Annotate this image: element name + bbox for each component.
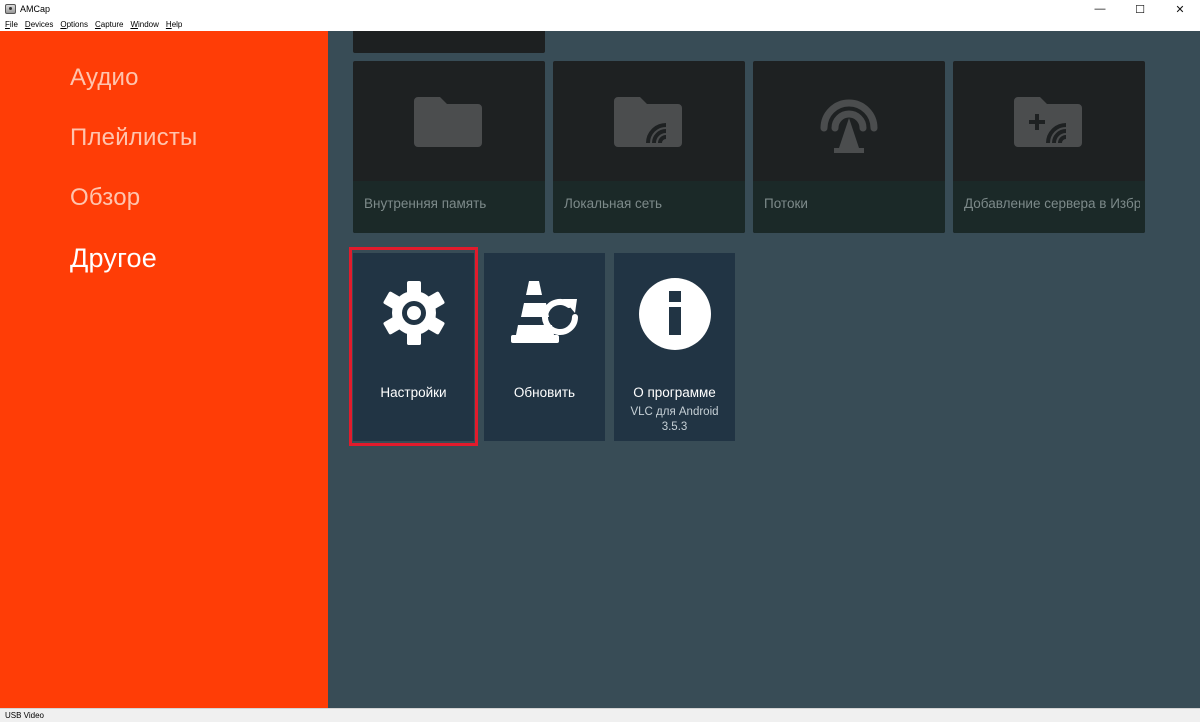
menu-help[interactable]: Help — [166, 20, 182, 29]
close-button[interactable]: ✕ — [1160, 0, 1200, 18]
sidebar-item-audio[interactable]: Аудио — [70, 62, 139, 94]
vlc-refresh-icon — [510, 281, 578, 343]
settings-label: Настройки — [380, 385, 447, 400]
menu-devices[interactable]: Devices — [25, 20, 53, 29]
status-bar: USB Video — [0, 708, 1200, 722]
sidebar-item-other[interactable]: Другое — [70, 242, 157, 274]
refresh-card[interactable]: Обновить — [484, 253, 605, 441]
menu-bar: File Devices Options Capture Window Help — [0, 18, 1200, 31]
about-label: О программе — [633, 385, 716, 400]
menu-options[interactable]: Options — [60, 20, 88, 29]
menu-window[interactable]: Window — [130, 20, 158, 29]
about-version: 3.5.3 — [661, 421, 688, 433]
card-local-network[interactable]: Локальная сеть — [553, 61, 745, 233]
settings-card[interactable]: Настройки — [353, 253, 474, 441]
about-card[interactable]: О программе VLC для Android 3.5.3 — [614, 253, 735, 441]
status-text: USB Video — [5, 711, 44, 720]
minimize-button[interactable]: — — [1080, 0, 1120, 18]
card-internal-storage[interactable]: Внутренняя память — [353, 61, 545, 233]
card-label: Локальная сеть — [564, 196, 663, 211]
card-label: Потоки — [764, 196, 808, 211]
card-label: Внутренняя память — [364, 196, 487, 211]
menu-file[interactable]: File — [5, 20, 18, 29]
add-server-icon — [1014, 97, 1082, 147]
menu-capture[interactable]: Capture — [95, 20, 123, 29]
window-controls: — ☐ ✕ — [1080, 0, 1200, 18]
amcap-app-icon — [5, 4, 16, 14]
gear-icon — [383, 281, 444, 345]
network-folder-icon — [614, 97, 682, 147]
card-label: Добавление сервера в Избр.. — [964, 196, 1140, 211]
card-streams[interactable]: Потоки — [753, 61, 945, 233]
maximize-button[interactable]: ☐ — [1120, 0, 1160, 18]
sidebar-nav: Аудио Плейлисты Обзор Другое — [0, 31, 328, 708]
stream-antenna-icon — [820, 99, 878, 153]
partial-card[interactable] — [353, 31, 545, 53]
refresh-label: Обновить — [513, 385, 576, 400]
sidebar-item-playlists[interactable]: Плейлисты — [70, 122, 197, 154]
about-app-name: VLC для Android — [630, 406, 719, 418]
video-preview-area: Аудио Плейлисты Обзор Другое Внутренняя … — [0, 31, 1200, 708]
window-title: AMCap — [20, 4, 51, 14]
title-bar: AMCap — ☐ ✕ — [0, 0, 1200, 18]
folder-icon — [414, 97, 482, 147]
sidebar-item-browse[interactable]: Обзор — [70, 182, 140, 214]
card-add-server[interactable]: Добавление сервера в Избр.. — [953, 61, 1145, 233]
info-icon — [638, 278, 711, 350]
main-content: Внутренняя память Локальная сеть Потоки … — [328, 31, 1200, 708]
